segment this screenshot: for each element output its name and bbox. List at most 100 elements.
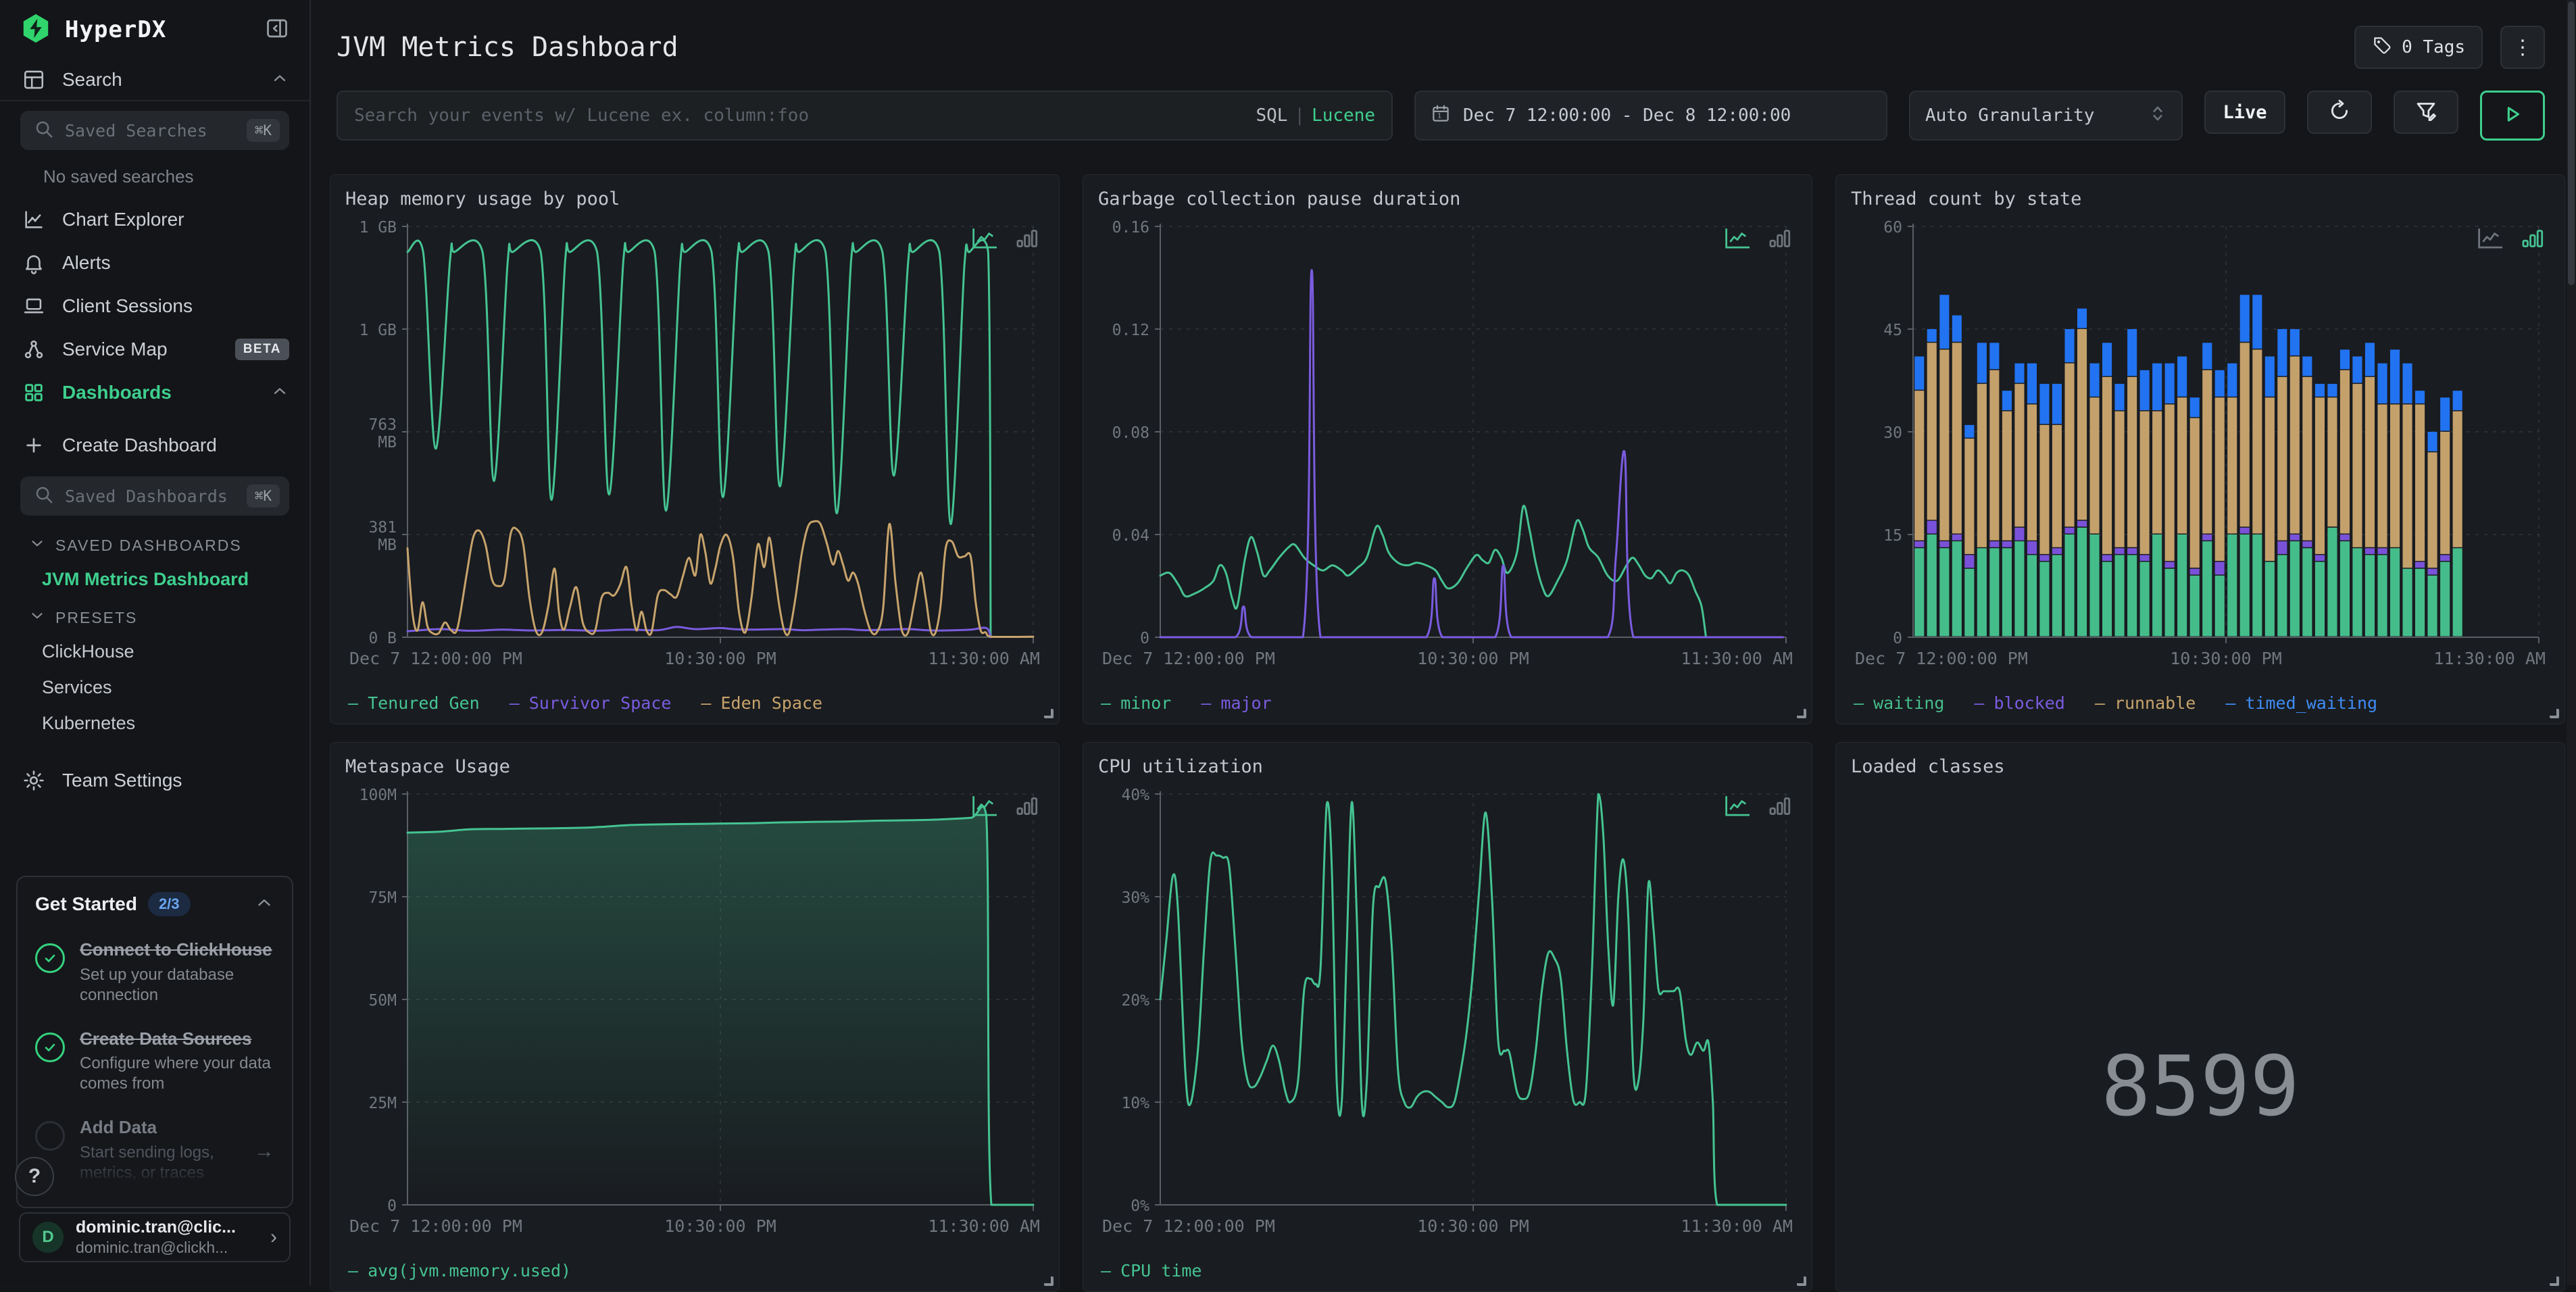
sidebar-item-search[interactable]: Search (0, 59, 309, 100)
service-map-icon (20, 338, 47, 361)
legend-item: —Eden Space (701, 693, 822, 713)
live-button[interactable]: Live (2204, 91, 2285, 134)
event-search-box[interactable]: SQL|Lucene (337, 91, 1393, 141)
event-search-input[interactable] (354, 105, 1256, 126)
create-dashboard-button[interactable]: Create Dashboard (0, 424, 309, 467)
get-started-item-title: Create Data Sources (80, 1028, 274, 1050)
line-view-icon[interactable] (1723, 226, 1752, 251)
chart-canvas-metaspace[interactable]: 025M50M75M100MDec 7 12:00:00 PM10:30:00 … (345, 783, 1043, 1249)
granularity-select[interactable]: Auto Granularity (1909, 91, 2183, 141)
saved-searches-searchbox[interactable]: ⌘K (20, 111, 289, 150)
chart-legend: —waiting—blocked—runnable—timed_waiting (1851, 685, 2550, 716)
user-menu[interactable]: D dominic.tran@clic... dominic.tran@clic… (19, 1212, 291, 1262)
filter-button[interactable] (2394, 91, 2458, 134)
bar-view-icon[interactable] (1013, 226, 1040, 251)
legend-item: —CPU time (1101, 1261, 1202, 1281)
saved-dashboards-input[interactable] (65, 487, 247, 506)
chart-canvas-gc[interactable]: 00.040.080.120.16Dec 7 12:00:00 PM10:30:… (1098, 216, 1795, 682)
svg-text:0 B: 0 B (368, 630, 397, 647)
tags-button[interactable]: 0 Tags (2354, 26, 2483, 69)
svg-text:10%: 10% (1121, 1095, 1149, 1112)
chart-title: Thread count by state (1851, 189, 2550, 216)
saved-searches-input[interactable] (65, 121, 247, 141)
bar-view-icon[interactable] (1013, 794, 1040, 818)
sidebar-item-alerts[interactable]: Alerts (0, 241, 309, 284)
scrollbar-thumb[interactable] (2568, 1, 2575, 285)
calendar-icon: 1 (1431, 103, 1451, 128)
legend-item: —waiting (1854, 693, 1944, 713)
get-started-item[interactable]: Connect to ClickHouseSet up your databas… (35, 939, 274, 1005)
more-options-button[interactable]: ⋮ (2500, 26, 2545, 69)
legend-label: avg(jvm.memory.used) (368, 1261, 571, 1281)
legend-dash-icon: — (348, 1261, 358, 1281)
query-language-toggle[interactable]: SQL|Lucene (1256, 105, 1375, 126)
presets-section-header[interactable]: PRESETS (0, 597, 309, 634)
sidebar-item-service-map[interactable]: Service MapBETA (0, 328, 309, 371)
get-started-item[interactable]: Create Data Sources Configure where your … (35, 1028, 274, 1095)
svg-text:0: 0 (387, 1197, 397, 1215)
svg-text:Dec 7 12:00:00 PM: Dec 7 12:00:00 PM (349, 1216, 522, 1236)
svg-text:10:30:00 PM: 10:30:00 PM (1417, 1216, 1529, 1236)
sql-option[interactable]: SQL (1256, 105, 1287, 126)
lucene-option[interactable]: Lucene (1312, 105, 1375, 126)
line-view-icon[interactable] (970, 794, 999, 818)
saved-dashboard-item[interactable]: JVM Metrics Dashboard (0, 562, 309, 597)
help-button[interactable]: ? (15, 1157, 54, 1196)
panel-resize-handle[interactable] (1797, 1276, 1806, 1286)
line-view-icon[interactable] (970, 226, 999, 251)
get-started-item[interactable]: Add DataStart sending logs, metrics, or … (35, 1117, 274, 1183)
vertical-scrollbar[interactable] (2567, 0, 2576, 1285)
sidebar-item-dashboards[interactable]: Dashboards (0, 371, 309, 414)
tags-label: 0 Tags (2402, 37, 2465, 57)
svg-text:30%: 30% (1121, 889, 1149, 907)
get-started-card: Get Started 2/3 Connect to ClickHouseSet… (16, 876, 293, 1208)
chart-title: Loaded classes (1851, 756, 2550, 783)
legend-item: — avg(jvm.memory.used) (348, 1261, 571, 1281)
date-range-picker[interactable]: 1 Dec 7 12:00:00 - Dec 8 12:00:00 (1414, 91, 1887, 141)
bar-view-icon[interactable] (2519, 226, 2546, 251)
panel-resize-handle[interactable] (1797, 709, 1806, 718)
chart-canvas-cpu[interactable]: 0%10%20%30%40%Dec 7 12:00:00 PM10:30:00 … (1098, 783, 1795, 1249)
user-name: dominic.tran@clic... (76, 1218, 270, 1237)
saved-dashboards-searchbox[interactable]: ⌘K (20, 476, 289, 516)
sidebar-item-client-sessions[interactable]: Client Sessions (0, 284, 309, 328)
get-started-item-title: Connect to ClickHouse (80, 939, 274, 961)
bar-view-icon[interactable] (1766, 226, 1793, 251)
preset-item-services[interactable]: Services (0, 670, 309, 705)
panel-resize-handle[interactable] (2550, 1276, 2559, 1286)
chart-canvas-threads[interactable]: 015304560Dec 7 12:00:00 PM10:30:00 PM11:… (1851, 216, 2548, 682)
svg-text:75M: 75M (368, 889, 397, 907)
chart-legend: — avg(jvm.memory.used) (345, 1253, 1044, 1284)
granularity-value: Auto Granularity (1925, 105, 2149, 126)
sidebar-collapse-icon[interactable] (265, 16, 289, 44)
get-started-item-desc: Configure where your data comes from (80, 1053, 274, 1094)
chart-title: Heap memory usage by pool (345, 189, 1044, 216)
chart-view-toggles (970, 226, 1040, 251)
sidebar-item-chart-explorer[interactable]: Chart Explorer (0, 198, 309, 241)
sidebar-item-label: Search (62, 69, 122, 91)
run-query-button[interactable] (2480, 91, 2545, 141)
sidebar-item-label: Client Sessions (62, 295, 193, 317)
panel-resize-handle[interactable] (2550, 709, 2559, 718)
panel-resize-handle[interactable] (1044, 709, 1054, 718)
bar-view-icon[interactable] (1766, 794, 1793, 818)
saved-dashboards-section-header[interactable]: SAVED DASHBOARDS (0, 525, 309, 562)
panel-resize-handle[interactable] (1044, 1276, 1054, 1286)
sidebar-item-team-settings[interactable]: Team Settings (0, 759, 309, 802)
svg-text:1 GB: 1 GB (360, 322, 397, 339)
chart-legend: —CPU time (1098, 1253, 1797, 1284)
svg-text:0.16: 0.16 (1112, 219, 1149, 237)
chart-view-toggles (2475, 226, 2546, 251)
check-circle-icon (35, 943, 65, 973)
preset-item-clickhouse[interactable]: ClickHouse (0, 634, 309, 670)
chart-canvas-heap[interactable]: 0 B381MB763MB1 GB1 GBDec 7 12:00:00 PM10… (345, 216, 1043, 682)
svg-text:11:30:00 AM: 11:30:00 AM (1681, 649, 1793, 668)
preset-item-kubernetes[interactable]: Kubernetes (0, 705, 309, 741)
section-label: PRESETS (55, 609, 137, 627)
magnifier-icon (34, 484, 54, 508)
line-view-icon[interactable] (1723, 794, 1752, 818)
refresh-button[interactable] (2307, 91, 2372, 134)
chevron-up-icon[interactable] (254, 893, 274, 916)
line-view-icon[interactable] (2475, 226, 2505, 251)
chart-view-toggles (970, 794, 1040, 818)
